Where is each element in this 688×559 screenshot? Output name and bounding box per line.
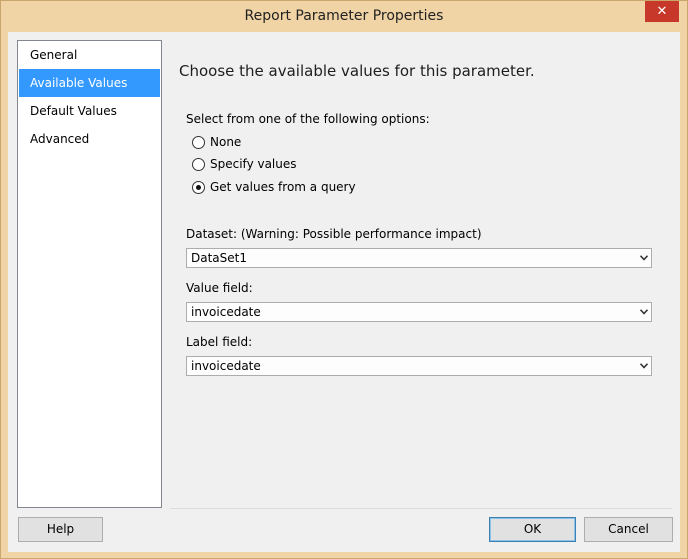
value-field-dropdown-value: invoicedate (191, 305, 261, 319)
sidebar-nav: General Available Values Default Values … (17, 40, 162, 508)
options-label: Select from one of the following options… (186, 112, 430, 126)
label-field-label: Label field: (186, 335, 253, 349)
available-values-panel: Choose the available values for this par… (170, 32, 680, 508)
close-icon: ✕ (656, 4, 668, 19)
dataset-dropdown[interactable]: DataSet1 (186, 248, 652, 268)
nav-item-available-values[interactable]: Available Values (19, 69, 160, 97)
chevron-down-icon (640, 363, 648, 369)
chevron-down-icon (640, 255, 648, 261)
radio-option-specify-values[interactable]: Specify values (192, 156, 297, 172)
close-button[interactable]: ✕ (645, 1, 679, 22)
chevron-down-icon (640, 309, 648, 315)
radio-button-get-values-from-query[interactable] (192, 180, 205, 194)
radio-button-none[interactable] (192, 135, 205, 149)
label-field-dropdown-value: invoicedate (191, 359, 261, 373)
nav-item-general[interactable]: General (19, 41, 160, 69)
radio-option-none[interactable]: None (192, 134, 241, 150)
value-field-label: Value field: (186, 281, 253, 295)
dataset-dropdown-value: DataSet1 (191, 251, 247, 265)
ok-button[interactable]: OK (489, 517, 576, 542)
radio-option-get-values-from-query[interactable]: Get values from a query (192, 179, 356, 195)
value-field-dropdown[interactable]: invoicedate (186, 302, 652, 322)
cancel-button[interactable]: Cancel (584, 517, 673, 542)
footer-divider (170, 508, 672, 509)
radio-label-none: None (210, 135, 242, 149)
nav-item-advanced[interactable]: Advanced (19, 125, 160, 153)
page-title: Choose the available values for this par… (179, 62, 535, 80)
radio-button-specify-values[interactable] (192, 157, 205, 171)
label-field-dropdown[interactable]: invoicedate (186, 356, 652, 376)
dataset-label: Dataset: (Warning: Possible performance … (186, 227, 482, 241)
help-button[interactable]: Help (18, 517, 103, 542)
radio-label-specify-values: Specify values (210, 157, 297, 171)
nav-item-default-values[interactable]: Default Values (19, 97, 160, 125)
window-title: Report Parameter Properties (244, 8, 444, 24)
title-bar[interactable]: Report Parameter Properties ✕ (1, 1, 687, 32)
dialog-client-area: General Available Values Default Values … (8, 32, 680, 552)
dialog-window: Report Parameter Properties ✕ General Av… (0, 0, 688, 559)
radio-label-get-values-from-query: Get values from a query (210, 180, 356, 194)
